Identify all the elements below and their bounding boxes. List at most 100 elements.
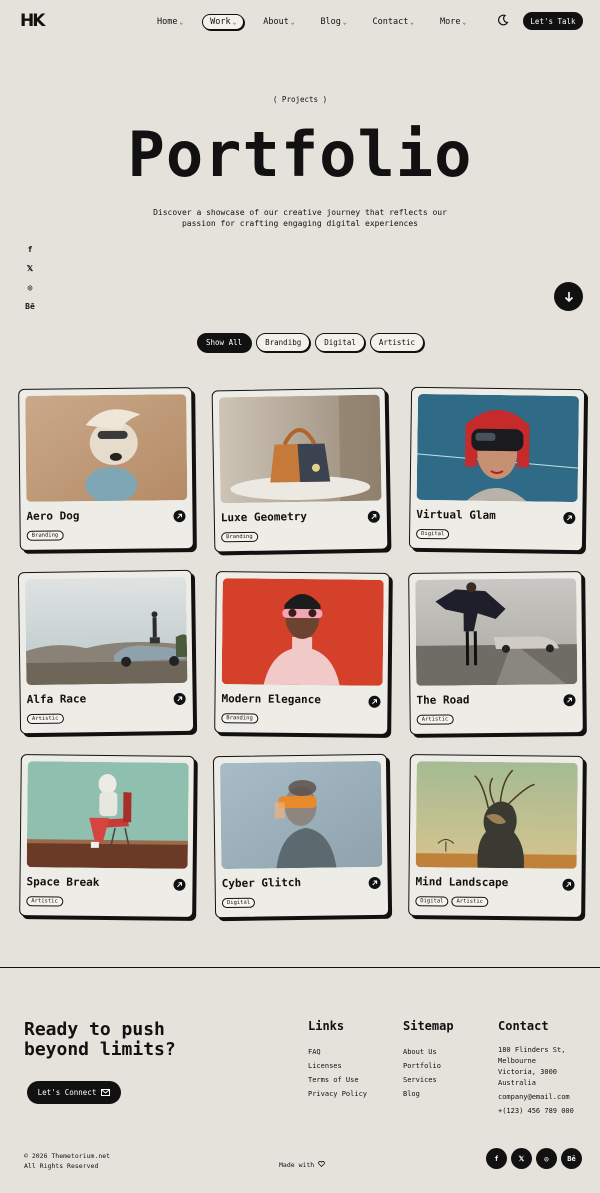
cta-line-2: beyond limits?	[24, 1039, 176, 1060]
project-title[interactable]: Mind Landscape	[415, 875, 508, 889]
project-title[interactable]: Luxe Geometry	[221, 510, 307, 525]
footer-link-licenses[interactable]: Licenses	[308, 1059, 367, 1073]
nav-label: Contact	[372, 17, 409, 27]
copyright: © 2026 Themetorium.net All Rights Reserv…	[24, 1151, 110, 1171]
project-title[interactable]: Virtual Glam	[416, 508, 496, 522]
nav-item-home[interactable]: Home ⌄	[150, 14, 190, 30]
project-image[interactable]	[219, 760, 383, 870]
project-title[interactable]: The Road	[416, 693, 469, 707]
address-line: 180 Flinders St,	[498, 1046, 566, 1054]
mail-icon	[101, 1089, 111, 1096]
project-image[interactable]	[415, 578, 578, 686]
project-tag[interactable]: Artistic	[416, 714, 454, 725]
arrow-up-right-icon[interactable]	[562, 878, 575, 891]
project-title[interactable]: Cyber Glitch	[222, 876, 302, 890]
project-tag[interactable]: Branding	[221, 713, 258, 724]
x-icon[interactable]: 𝕏	[511, 1148, 532, 1169]
project-title[interactable]: Modern Elegance	[221, 692, 320, 706]
arrow-up-right-icon[interactable]	[563, 511, 576, 525]
nav-item-work[interactable]: Work ⌄	[202, 14, 245, 30]
nav-label: Work	[210, 17, 231, 27]
scroll-down-button[interactable]	[554, 282, 583, 311]
project-tag[interactable]: Digital	[416, 528, 450, 540]
footer-sitemap-column: Sitemap About Us Portfolio Services Blog	[403, 1019, 454, 1101]
project-card-aero-dog[interactable]: Aero Dog Branding	[18, 387, 194, 551]
filter-artistic[interactable]: Artistic	[369, 333, 424, 352]
nav-item-contact[interactable]: Contact ⌄	[366, 14, 421, 30]
project-card-the-road[interactable]: The Road Artistic	[408, 571, 584, 735]
nav-item-blog[interactable]: Blog ⌄	[313, 14, 353, 30]
filter-digital[interactable]: Digital	[315, 333, 365, 352]
arrow-up-right-icon[interactable]	[173, 510, 186, 523]
arrow-down-icon	[564, 291, 573, 302]
chevron-down-icon: ⌄	[179, 18, 184, 26]
project-card-space-break[interactable]: Space Break Artistic	[19, 754, 195, 918]
project-image[interactable]	[24, 576, 188, 686]
filter-branding[interactable]: Brandibg	[256, 333, 311, 352]
site-logo[interactable]: HK	[20, 11, 45, 31]
filter-show-all[interactable]: Show All	[197, 333, 252, 352]
project-tag[interactable]: Artistic	[26, 713, 64, 725]
project-tag[interactable]: Digital	[415, 896, 449, 907]
nav-item-about[interactable]: About ⌄	[256, 14, 301, 30]
project-tag[interactable]: Branding	[26, 530, 64, 541]
moon-icon[interactable]	[497, 14, 509, 26]
project-image[interactable]	[416, 393, 580, 503]
project-image[interactable]	[221, 578, 384, 686]
arrow-up-right-icon[interactable]	[173, 692, 186, 706]
footer-link-privacy[interactable]: Privacy Policy	[308, 1087, 367, 1101]
chevron-down-icon: ⌄	[342, 18, 347, 26]
project-image[interactable]	[218, 394, 382, 504]
project-tag[interactable]: Artistic	[451, 896, 489, 907]
arrow-up-right-icon[interactable]	[563, 694, 576, 707]
copyright-line-2: All Rights Reserved	[24, 1162, 99, 1170]
nav-label: Home	[157, 17, 178, 27]
hero-eyebrow: ( Projects )	[272, 95, 328, 104]
contact-phone[interactable]: +(123) 456 789 000	[498, 1106, 574, 1117]
footer-social: f 𝕏 ◎ Bē	[486, 1148, 582, 1169]
made-with-label: Made with	[279, 1161, 315, 1169]
footer-link-terms[interactable]: Terms of Use	[308, 1073, 367, 1087]
footer-link-portfolio[interactable]: Portfolio	[403, 1059, 454, 1073]
contact-email[interactable]: company@email.com	[498, 1092, 574, 1103]
chevron-down-icon: ⌄	[232, 18, 237, 26]
project-image[interactable]	[415, 761, 578, 869]
project-tag[interactable]: Digital	[221, 897, 256, 909]
project-title[interactable]: Alfa Race	[27, 692, 87, 706]
nav-label: Blog	[320, 17, 341, 27]
chevron-down-icon: ⌄	[462, 18, 467, 26]
dribbble-icon[interactable]: ◎	[24, 282, 36, 292]
project-card-mind-landscape[interactable]: Mind Landscape Digital Artistic	[408, 754, 584, 918]
main-menu: Home ⌄ Work ⌄ About ⌄ Blog ⌄ Contact ⌄ More ⌄	[150, 14, 485, 30]
arrow-up-right-icon[interactable]	[173, 878, 186, 891]
x-icon[interactable]: 𝕏	[24, 263, 36, 273]
project-title[interactable]: Aero Dog	[26, 509, 79, 523]
project-card-alfa-race[interactable]: Alfa Race Artistic	[17, 569, 195, 735]
behance-icon[interactable]: Bē	[561, 1148, 582, 1169]
nav-item-more[interactable]: More ⌄	[433, 14, 473, 30]
arrow-up-right-icon[interactable]	[368, 695, 381, 708]
project-card-modern-elegance[interactable]: Modern Elegance Branding	[214, 571, 390, 735]
project-image[interactable]	[25, 394, 188, 502]
footer-link-services[interactable]: Services	[403, 1073, 454, 1087]
lets-talk-button[interactable]: Let's Talk	[523, 12, 583, 30]
project-tag[interactable]: Branding	[221, 531, 258, 543]
project-title[interactable]: Space Break	[26, 875, 99, 889]
project-card-luxe-geometry[interactable]: Luxe Geometry Branding	[211, 387, 389, 553]
footer-link-faq[interactable]: FAQ	[308, 1045, 367, 1059]
facebook-icon[interactable]: f	[24, 244, 36, 254]
project-card-cyber-glitch[interactable]: Cyber Glitch Digital	[212, 753, 390, 919]
dribbble-icon[interactable]: ◎	[536, 1148, 557, 1169]
project-card-virtual-glam[interactable]: Virtual Glam Digital	[408, 386, 586, 552]
top-nav: HK Home ⌄ Work ⌄ About ⌄ Blog ⌄ Contact ⌄ Mor…	[0, 0, 600, 42]
project-image[interactable]	[26, 761, 189, 869]
behance-icon[interactable]: Bē	[24, 301, 36, 311]
footer-link-blog[interactable]: Blog	[403, 1087, 454, 1101]
arrow-up-right-icon[interactable]	[367, 510, 380, 523]
facebook-icon[interactable]: f	[486, 1148, 507, 1169]
lets-connect-button[interactable]: Let's Connect	[27, 1081, 121, 1104]
arrow-up-right-icon[interactable]	[368, 876, 381, 890]
chevron-down-icon: ⌄	[410, 18, 414, 26]
project-tag[interactable]: Artistic	[26, 896, 63, 907]
footer-link-about[interactable]: About Us	[403, 1045, 454, 1059]
